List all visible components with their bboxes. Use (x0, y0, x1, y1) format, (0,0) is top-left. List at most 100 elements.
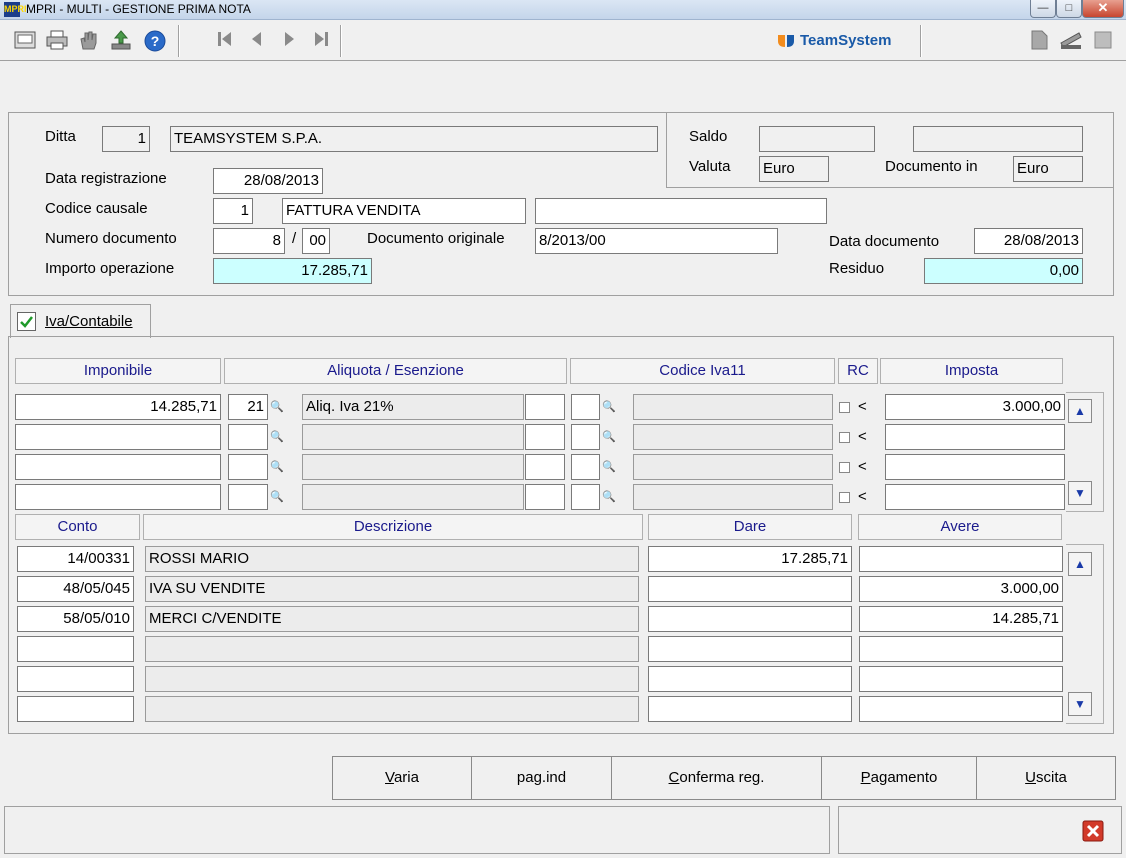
window-close-icon[interactable]: ✕ (1082, 0, 1124, 18)
download-icon[interactable] (108, 29, 134, 55)
lookup-icon[interactable]: 🔍 (270, 490, 284, 504)
tab-iva-contabile[interactable]: Iva/Contabile (10, 304, 151, 338)
numero-documento-field[interactable]: 8 (213, 228, 285, 254)
help-icon[interactable]: ? (142, 29, 168, 55)
document-icon[interactable] (1026, 29, 1052, 55)
aliquota-cell[interactable] (228, 484, 268, 510)
codice-iva-cell[interactable] (571, 424, 600, 450)
rc-checkbox[interactable] (839, 402, 850, 413)
hand-icon[interactable] (76, 29, 102, 55)
dare-cell[interactable] (648, 576, 852, 602)
ditta-name-field[interactable]: TEAMSYSTEM S.P.A. (170, 126, 658, 152)
causale-extra-field[interactable] (535, 198, 827, 224)
dare-cell[interactable] (648, 666, 852, 692)
last-record-icon[interactable] (308, 29, 334, 55)
conferma-reg-button[interactable]: Conferma reg. (611, 756, 822, 800)
lookup-icon[interactable]: 🔍 (602, 430, 616, 444)
iva-scroll-up-icon[interactable]: ▲ (1068, 399, 1092, 423)
imposta-cell[interactable]: 3.000,00 (885, 394, 1065, 420)
rc-marker: < (858, 428, 867, 445)
codice-iva-cell[interactable] (571, 484, 600, 510)
uscita-label: scita (1036, 769, 1067, 786)
scanner-icon[interactable] (1058, 29, 1084, 55)
aliquota-extra-cell[interactable] (525, 484, 565, 510)
data-documento-field[interactable]: 28/08/2013 (974, 228, 1083, 254)
causale-descr-field[interactable]: FATTURA VENDITA (282, 198, 526, 224)
aliquota-extra-cell[interactable] (525, 454, 565, 480)
pag-ind-button[interactable]: pag.ind (471, 756, 612, 800)
avere-cell[interactable]: 14.285,71 (859, 606, 1063, 632)
lookup-icon[interactable]: 🔍 (602, 460, 616, 474)
app-icon: MPRI (4, 2, 27, 17)
rc-checkbox[interactable] (839, 432, 850, 443)
conto-scroll-down-icon[interactable]: ▼ (1068, 692, 1092, 716)
imponibile-cell[interactable] (15, 484, 221, 510)
prev-record-icon[interactable] (244, 29, 270, 55)
conto-cell[interactable]: 48/05/045 (17, 576, 134, 602)
varia-button[interactable]: Varia (332, 756, 472, 800)
avere-cell[interactable] (859, 546, 1063, 572)
avere-cell[interactable] (859, 696, 1063, 722)
aliquota-cell[interactable] (228, 424, 268, 450)
conto-cell[interactable] (17, 696, 134, 722)
data-registrazione-label: Data registrazione (45, 170, 167, 187)
conto-cell[interactable]: 14/00331 (17, 546, 134, 572)
saldo-field (759, 126, 875, 152)
imposta-cell[interactable] (885, 424, 1065, 450)
aliquota-cell[interactable]: 21 (228, 394, 268, 420)
imponibile-cell[interactable]: 14.285,71 (15, 394, 221, 420)
documento-originale-field[interactable]: 8/2013/00 (535, 228, 778, 254)
lookup-icon[interactable]: 🔍 (270, 460, 284, 474)
imponibile-cell[interactable] (15, 454, 221, 480)
conto-scroll-up-icon[interactable]: ▲ (1068, 552, 1092, 576)
avere-cell[interactable] (859, 666, 1063, 692)
valuta-label: Valuta (689, 158, 731, 175)
maximize-icon[interactable]: □ (1056, 0, 1082, 18)
avere-cell[interactable]: 3.000,00 (859, 576, 1063, 602)
uscita-button[interactable]: Uscita (976, 756, 1116, 800)
tab-checkbox-icon[interactable] (17, 312, 36, 331)
lookup-icon[interactable]: 🔍 (602, 490, 616, 504)
aliquota-extra-cell[interactable] (525, 394, 565, 420)
dare-cell[interactable] (648, 606, 852, 632)
dare-cell[interactable] (648, 636, 852, 662)
data-registrazione-field[interactable]: 28/08/2013 (213, 168, 323, 194)
aliquota-extra-cell[interactable] (525, 424, 565, 450)
avere-cell[interactable] (859, 636, 1063, 662)
imposta-cell[interactable] (885, 484, 1065, 510)
header-dare: Dare (648, 514, 852, 540)
lookup-icon[interactable]: 🔍 (270, 400, 284, 414)
conto-cell[interactable] (17, 636, 134, 662)
importo-operazione-label: Importo operazione (45, 260, 175, 277)
minimize-icon[interactable]: — (1030, 0, 1056, 18)
imposta-cell[interactable] (885, 454, 1065, 480)
importo-operazione-field[interactable]: 17.285,71 (213, 258, 372, 284)
ditta-code-field[interactable]: 1 (102, 126, 150, 152)
imponibile-cell[interactable] (15, 424, 221, 450)
conto-cell[interactable] (17, 666, 134, 692)
codice-iva-cell[interactable] (571, 394, 600, 420)
printer-icon[interactable] (44, 29, 70, 55)
conto-cell[interactable]: 58/05/010 (17, 606, 134, 632)
descrizione-cell (145, 636, 639, 662)
rc-checkbox[interactable] (839, 492, 850, 503)
first-record-icon[interactable] (212, 29, 238, 55)
codice-iva-descr-cell (633, 484, 833, 510)
aliquota-descr-cell: Aliq. Iva 21% (302, 394, 524, 420)
print-preview-icon[interactable] (12, 29, 38, 55)
codice-causale-field[interactable]: 1 (213, 198, 253, 224)
rc-checkbox[interactable] (839, 462, 850, 473)
dare-cell[interactable]: 17.285,71 (648, 546, 852, 572)
next-record-icon[interactable] (276, 29, 302, 55)
iva-scroll-down-icon[interactable]: ▼ (1068, 481, 1092, 505)
aliquota-cell[interactable] (228, 454, 268, 480)
dare-cell[interactable] (648, 696, 852, 722)
stack-icon[interactable] (1090, 29, 1116, 55)
close-form-icon[interactable] (1082, 820, 1104, 842)
lookup-icon[interactable]: 🔍 (602, 400, 616, 414)
window-title: MPRI - MULTI - GESTIONE PRIMA NOTA (26, 2, 251, 16)
pagamento-button[interactable]: Pagamento (821, 756, 977, 800)
numero-suffix-field[interactable]: 00 (302, 228, 330, 254)
codice-iva-cell[interactable] (571, 454, 600, 480)
lookup-icon[interactable]: 🔍 (270, 430, 284, 444)
